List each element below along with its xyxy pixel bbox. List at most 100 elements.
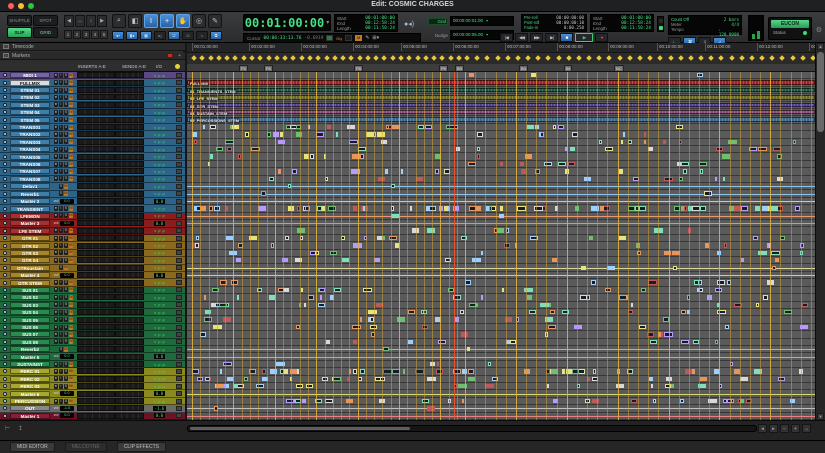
track-row[interactable]: SUS 05 ● I S M v p p <box>0 316 185 324</box>
audio-clip[interactable] <box>664 176 673 182</box>
audio-clip[interactable] <box>262 369 266 374</box>
audio-clip[interactable] <box>467 369 474 374</box>
audio-clip[interactable] <box>352 324 362 330</box>
audio-clip[interactable] <box>584 176 592 182</box>
audio-clip[interactable]: 05_PERCUSSIONS_STEM <box>187 117 815 124</box>
automation-line[interactable] <box>187 393 815 395</box>
audio-clip[interactable] <box>685 369 692 374</box>
audio-clip[interactable] <box>235 258 241 263</box>
edit-toggle-6-icon[interactable]: O <box>182 31 194 40</box>
trim-tool-icon[interactable]: ◧ <box>128 14 142 28</box>
audio-clip[interactable] <box>650 383 654 389</box>
track-row[interactable]: SUS 01 ● I S M v p p <box>0 286 185 295</box>
track-name[interactable]: SUS 07 <box>10 331 50 338</box>
track-row[interactable]: SUSTAINST ● I S M v p p <box>0 360 185 369</box>
audio-clip[interactable] <box>296 206 301 211</box>
audio-clip[interactable] <box>579 295 587 300</box>
io-display[interactable]: vpp <box>144 139 175 144</box>
audio-clip[interactable] <box>347 124 356 130</box>
inserts-cells[interactable] <box>77 272 115 279</box>
audio-clip[interactable] <box>698 161 707 167</box>
marker-color-swatch[interactable] <box>167 53 173 58</box>
audio-clip[interactable] <box>521 169 526 174</box>
audio-clip[interactable] <box>362 206 366 211</box>
audio-clip[interactable] <box>427 406 436 411</box>
audio-clip[interactable] <box>480 295 483 300</box>
marker-icon[interactable] <box>431 55 437 61</box>
automation-line[interactable] <box>187 223 815 225</box>
audio-clip[interactable] <box>444 258 451 263</box>
marker-icon[interactable] <box>698 55 704 61</box>
audio-clip[interactable] <box>550 309 556 315</box>
audio-clip[interactable] <box>663 250 672 256</box>
comments-box[interactable] <box>176 391 182 397</box>
comments-box[interactable] <box>176 331 182 337</box>
audio-clip[interactable] <box>468 161 476 167</box>
io-display[interactable]: vpp <box>144 384 175 389</box>
marker-icon[interactable] <box>199 55 205 61</box>
io-display[interactable]: vpp <box>144 376 175 381</box>
zoom-track-in-icon[interactable]: ▸ <box>769 424 778 433</box>
track-type-icon[interactable] <box>0 243 10 248</box>
audio-clip[interactable] <box>315 250 319 256</box>
grid-display-icon[interactable]: ⊞▾ <box>372 35 379 41</box>
track-lane[interactable] <box>187 176 815 184</box>
sends-cells[interactable] <box>115 198 144 205</box>
track-state-buttons[interactable]: ● I S M <box>50 361 77 367</box>
track-lane[interactable] <box>187 398 815 406</box>
audio-clip[interactable] <box>315 398 322 404</box>
track-lane[interactable] <box>187 413 815 420</box>
track-type-icon[interactable] <box>0 110 10 115</box>
inserts-cells[interactable] <box>77 183 115 190</box>
audio-clip[interactable] <box>761 206 769 211</box>
audio-clip[interactable] <box>714 176 718 182</box>
track-row[interactable]: PERC 03 ● I S M v p p <box>0 383 185 391</box>
audio-clip[interactable] <box>777 154 782 159</box>
automation-line[interactable] <box>187 275 815 277</box>
inserts-cells[interactable] <box>77 279 115 286</box>
inserts-cells[interactable] <box>77 412 115 419</box>
audio-clip[interactable] <box>488 361 492 367</box>
comments-box[interactable] <box>176 272 182 278</box>
audio-clip[interactable] <box>638 324 647 330</box>
track-state-buttons[interactable]: ● I S M <box>50 294 77 300</box>
audio-clip[interactable] <box>630 302 634 307</box>
audio-clip[interactable] <box>638 206 646 211</box>
track-state-buttons[interactable]: ● I S M <box>50 398 77 404</box>
audio-clip[interactable] <box>319 287 325 293</box>
audio-clip[interactable] <box>558 124 565 130</box>
comments-box[interactable] <box>176 228 182 234</box>
track-row[interactable]: Delay1 S M v p p <box>0 183 185 191</box>
audio-clip[interactable] <box>800 243 804 248</box>
track-lane[interactable] <box>187 390 815 398</box>
audio-clip[interactable] <box>204 376 210 381</box>
audio-clip[interactable] <box>501 287 505 293</box>
audio-clip[interactable] <box>551 369 558 374</box>
audio-clip[interactable] <box>371 332 375 337</box>
fast-forward-button[interactable]: ▶▶ <box>530 33 543 42</box>
audio-clip[interactable] <box>627 309 633 315</box>
chevron-down-icon[interactable]: ▾ <box>326 19 329 26</box>
audio-clip[interactable] <box>648 376 653 381</box>
track-row[interactable]: GTRsustain S M v p p <box>0 264 185 272</box>
track-row[interactable]: Reverb2 S M v p p <box>0 346 185 354</box>
marker-icon[interactable] <box>637 55 643 61</box>
audio-clip[interactable] <box>605 287 611 293</box>
audio-clip[interactable] <box>606 265 615 270</box>
audio-clip[interactable] <box>692 339 699 344</box>
comments-box[interactable] <box>176 80 182 86</box>
sends-cells[interactable] <box>115 161 144 168</box>
track-lane[interactable]: 04_SUSTAIN_STEM <box>187 109 815 117</box>
audio-clip[interactable] <box>514 243 518 248</box>
audio-clip[interactable] <box>341 235 345 241</box>
comments-box[interactable] <box>176 405 182 411</box>
audio-clip[interactable] <box>349 369 352 374</box>
comments-box[interactable] <box>176 213 182 219</box>
sends-cells[interactable] <box>115 301 144 308</box>
track-row[interactable]: TRANS01 ● I S M v p p <box>0 123 185 132</box>
sends-cells[interactable] <box>115 138 144 145</box>
edit-toggle-7-icon[interactable]: ≈ <box>196 31 208 40</box>
audio-clip[interactable] <box>717 280 726 285</box>
audio-clip[interactable] <box>294 398 301 404</box>
audio-clip[interactable] <box>267 132 272 137</box>
